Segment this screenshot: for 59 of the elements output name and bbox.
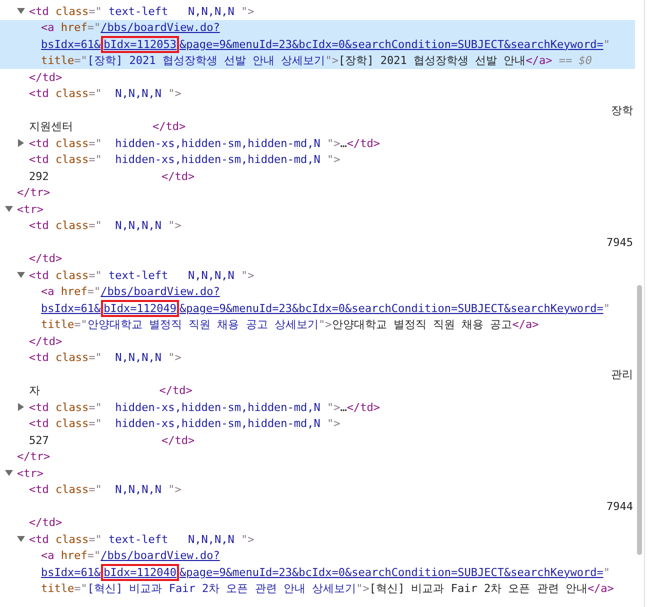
code-line: <td class=" text-left N,N,N,N "> [29,268,254,282]
code-line: 장학 [611,102,633,118]
code-line: <td class=" text-left N,N,N,N "> [29,4,254,18]
link[interactable]: bsIdx=61& [41,38,101,51]
expanded-toggle-icon[interactable] [5,469,13,478]
link[interactable]: /bbs/boardView.do? [100,549,220,562]
expanded-toggle-icon[interactable] [17,7,25,16]
code-line: bsIdx=61& bIdx=112049 &page=9&menuId=23&bcIdx=0&searchCondition=SUBJECT&searchKeyword=" [41,302,610,315]
link[interactable]: /bbs/boardView.do? [100,285,220,298]
code-line: <td class=" N,N,N,N "> [29,483,182,496]
link[interactable]: &page=9&menuId=23&bcIdx=0&searchCondition=SUBJECT&searchKeyword= [179,302,604,315]
expanded-toggle-icon[interactable] [17,271,25,280]
code-line: bsIdx=61& bIdx=112053 &page=9&menuId=23&bcIdx=0&searchCondition=SUBJECT&searchKeyword=" [41,38,610,51]
code-line: <td class=" N,N,N,N "> [29,219,182,232]
link[interactable]: bIdx=112049 [104,302,176,315]
code-line: title="[장학] 2021 협성장학생 선발 안내 상세보기">[장학] 2021 협성장학생 선발 안내</a> == $0 [41,53,592,68]
code-line: <td class=" text-left N,N,N,N "> [29,532,254,546]
code-line: 7945 [606,236,633,249]
code-line: title="[혁신] 비교과 Fair 2차 오픈 관련 안내 상세보기">[혁신] 비교과 Fair 2차 오픈 관련 안내</a> [41,581,614,596]
collapsed-toggle-icon[interactable] [17,139,25,148]
code-line: 관리 [611,366,633,382]
code-line: <td class=" hidden-xs,hidden-sm,hidden-md,N ">…</td> [29,400,380,414]
link[interactable]: &page=9&menuId=23&bcIdx=0&searchCondition=SUBJECT&searchKeyword= [179,566,604,579]
expanded-toggle-icon[interactable] [17,535,25,544]
link[interactable]: bIdx=112040 [104,566,176,579]
collapsed-toggle-icon[interactable] [17,403,25,412]
code-line: <td class=" N,N,N,N "> [29,351,182,364]
code-line: 527 </td> [29,434,195,447]
code-line: <td class=" hidden-xs,hidden-sm,hidden-md,N "> [29,417,340,430]
node-row[interactable]: <a href="/bbs/boardView.do? bsIdx=61& bIdx=112040 &page=9&menuId=23&bcIdx=0&searchCondition=SUBJECT&searchKeyword=" title="[혁신] 비교과 Fair 2차 오픈 관련 안내 상세보기">[혁신] 비교과 Fair 2차 오픈 관련 안내</a> [0,548,635,597]
code-line: </td> [29,70,62,84]
link[interactable]: /bbs/boardView.do? [100,21,220,34]
code-line: <td class=" hidden-xs,hidden-sm,hidden-md,N ">…</td> [29,136,380,150]
link[interactable]: bsIdx=61& [41,302,101,315]
code-line: </tr> [17,450,50,464]
scrollbar-thumb[interactable] [637,285,642,555]
code-line: 자 </td> [29,383,192,398]
code-line: </tr> [17,186,50,200]
link[interactable]: bIdx=112053 [104,38,176,51]
code-line: </td> [29,334,62,348]
code-line: <a href="/bbs/boardView.do? [41,21,220,34]
code-line: 지원센터 </td> [29,119,186,134]
code-line: 7944 [606,500,633,513]
code-line: bsIdx=61& bIdx=112040 &page=9&menuId=23&bcIdx=0&searchCondition=SUBJECT&searchKeyword=" [41,566,610,579]
link[interactable]: bsIdx=61& [41,566,101,579]
code-line: title="안양대학교 별정직 직원 채용 공고 상세보기">안양대학교 별정직 직원 채용 공고</a> [41,317,539,332]
code-line: <a href="/bbs/boardView.do? [41,549,220,562]
link[interactable]: &page=9&menuId=23&bcIdx=0&searchCondition=SUBJECT&searchKeyword= [179,38,604,51]
code-line: 292 </td> [29,170,195,183]
expanded-toggle-icon[interactable] [5,205,13,214]
code-line: <tr> [17,202,44,216]
code-line: </td> [29,516,62,530]
code-line: <td class=" hidden-xs,hidden-sm,hidden-md,N "> [29,153,340,166]
code-line: </td> [29,252,62,266]
node-row[interactable]: <a href="/bbs/boardView.do? bsIdx=61& bIdx=112053 &page=9&menuId=23&bcIdx=0&searchCondition=SUBJECT&searchKeyword=" title="[장학] 2021 협성장학생 선발 안내 상세보기">[장학] 2021 협성장학생 선발 안내</a> == $0 [0,20,635,69]
code-line: <a href="/bbs/boardView.do? [41,285,220,298]
code-line: <td class=" N,N,N,N "> [29,87,182,100]
node-row[interactable]: <a href="/bbs/boardView.do? bsIdx=61& bIdx=112049 &page=9&menuId=23&bcIdx=0&searchCondition=SUBJECT&searchKeyword=" title="안양대학교 별정직 직원 채용 공고 상세보기">안양대학교 별정직 직원 채용 공고</a> [0,284,635,333]
code-line: <tr> [17,466,44,480]
